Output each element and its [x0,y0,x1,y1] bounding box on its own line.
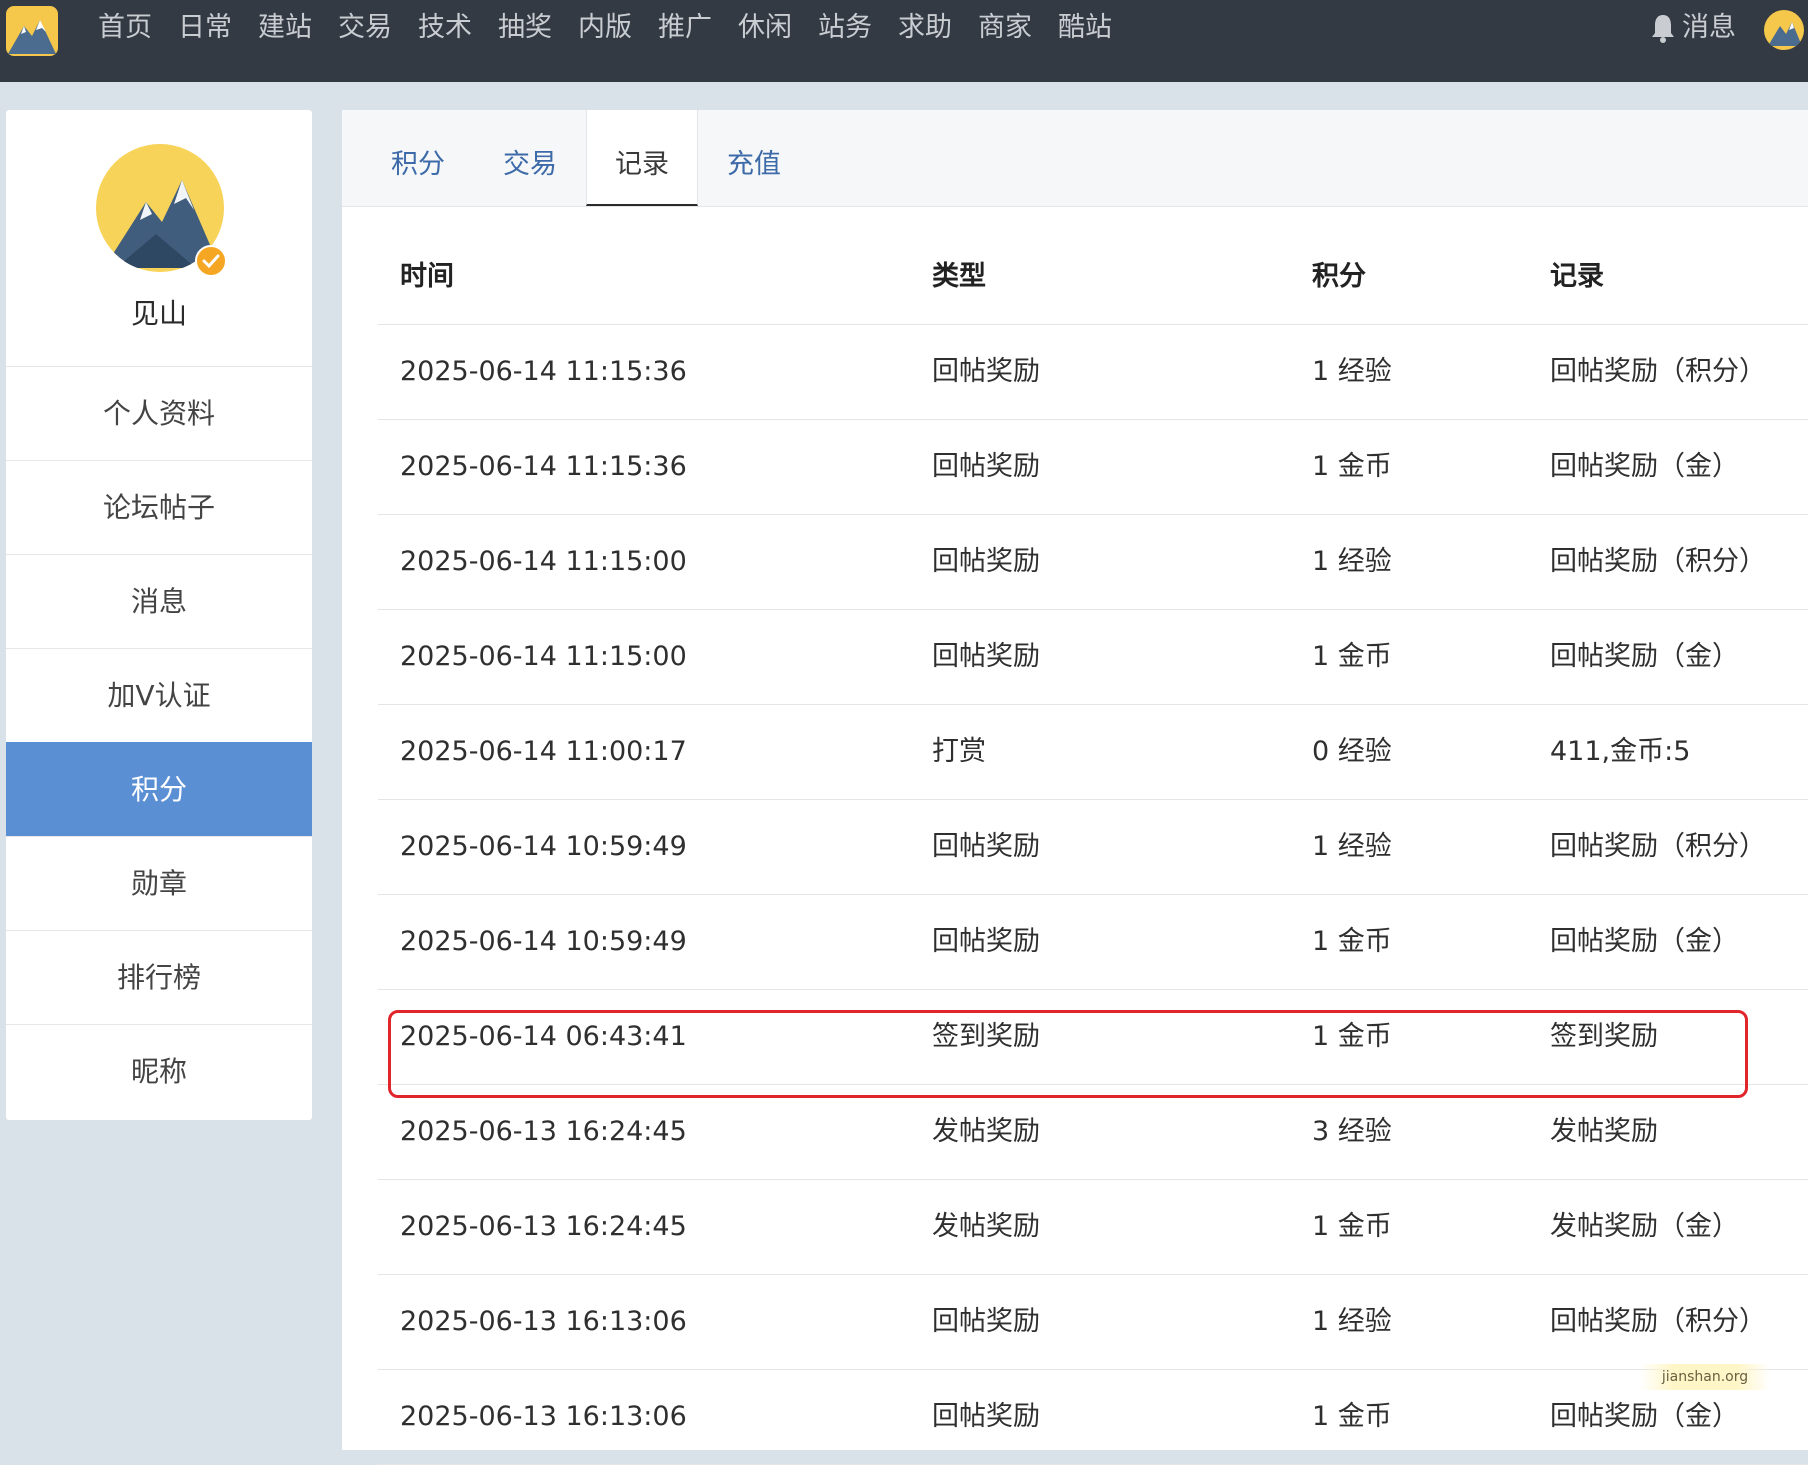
cell-time: 2025-06-13 16:13:06 [400,1306,687,1337]
tab-bar: 积分 交易 记录 充值 [342,110,1808,207]
sidebar-item[interactable]: 排行榜 [6,930,312,1024]
table-row: 2025-06-13 16:24:45 发帖奖励 3 经验 发帖奖励 [378,1085,1808,1180]
cell-record: 回帖奖励（积分） [1550,831,1766,862]
table-row: 2025-06-13 16:13:06 回帖奖励 1 经验 回帖奖励（积分） [378,1275,1808,1370]
cell-record: 411,金币:5 [1550,736,1691,767]
nav-link[interactable]: 建站 [258,8,312,48]
cell-points: 1 经验 [1312,356,1392,387]
header-type: 类型 [932,261,986,292]
cell-record: 回帖奖励（金） [1550,641,1739,672]
cell-points: 1 经验 [1312,1306,1392,1337]
cell-record: 发帖奖励 [1550,1116,1658,1147]
cell-type: 发帖奖励 [932,1116,1040,1147]
table-row: 2025-06-14 11:15:00 回帖奖励 1 经验 回帖奖励（积分） [378,515,1808,610]
cell-type: 回帖奖励 [932,831,1040,862]
tab[interactable]: 交易 [474,110,586,206]
nav-link[interactable]: 内版 [578,8,632,48]
table-row: 2025-06-13 16:13:06 回帖奖励 1 金币 回帖奖励（金） [378,1370,1808,1465]
cell-time: 2025-06-14 10:59:49 [400,926,687,957]
cell-time: 2025-06-13 16:24:45 [400,1211,687,1242]
bell-icon[interactable] [1650,12,1676,44]
records-table: 时间 类型 积分 记录 2025-06-14 11:15:36 回帖奖励 1 经验回… [378,230,1808,1465]
profile-sidebar: 见山 个人资料 论坛帖子 消息 加V认证 积分 勋章 排行榜 昵称 [6,110,312,1120]
cell-time: 2025-06-14 11:00:17 [400,736,687,767]
cell-points: 1 经验 [1312,546,1392,577]
header-time: 时间 [400,261,454,292]
username: 见山 [130,297,187,330]
messages-link[interactable]: 消息 [1682,8,1736,48]
cell-points: 0 经验 [1312,736,1392,767]
nav-link[interactable]: 休闲 [738,8,792,48]
cell-type: 签到奖励 [932,1021,1040,1052]
header-record: 记录 [1550,261,1604,292]
site-logo-icon[interactable] [6,6,58,56]
table-header: 时间 类型 积分 记录 [378,230,1808,325]
cell-time: 2025-06-14 11:15:36 [400,451,687,482]
table-row: 2025-06-14 11:15:00 回帖奖励 1 金币 回帖奖励（金） [378,610,1808,705]
nav-link[interactable]: 推广 [658,8,712,48]
cell-time: 2025-06-13 16:24:45 [400,1116,687,1147]
header-points: 积分 [1312,261,1366,292]
cell-type: 发帖奖励 [932,1211,1040,1242]
cell-record: 回帖奖励（积分） [1550,356,1766,387]
table-row: 2025-06-14 06:43:41 签到奖励 1 金币 签到奖励 [378,990,1808,1085]
tab[interactable]: 积分 [362,110,474,206]
cell-record: 回帖奖励（金） [1550,451,1739,482]
cell-type: 打赏 [932,736,986,767]
sidebar-item[interactable]: 论坛帖子 [6,460,312,554]
cell-points: 1 金币 [1312,451,1392,482]
table-row: 2025-06-14 10:59:49 回帖奖励 1 金币 回帖奖励（金） [378,895,1808,990]
cell-record: 回帖奖励（金） [1550,926,1739,957]
sidebar-item[interactable]: 昵称 [6,1024,312,1118]
cell-points: 1 金币 [1312,1021,1392,1052]
table-row: 2025-06-13 16:24:45 发帖奖励 1 金币 发帖奖励（金） [378,1180,1808,1275]
sidebar-item[interactable]: 消息 [6,554,312,648]
cell-record: 发帖奖励（金） [1550,1211,1739,1242]
table-row: 2025-06-14 11:15:36 回帖奖励 1 金币 回帖奖励（金） [378,420,1808,515]
cell-type: 回帖奖励 [932,546,1040,577]
verified-badge-icon [194,244,228,278]
cell-points: 3 经验 [1312,1116,1392,1147]
cell-type: 回帖奖励 [932,641,1040,672]
tab[interactable]: 充值 [698,110,810,206]
nav-link[interactable]: 交易 [338,8,392,48]
table-row: 2025-06-14 11:15:36 回帖奖励 1 经验 回帖奖励（积分） [378,325,1808,420]
cell-points: 1 金币 [1312,1211,1392,1242]
nav-link[interactable]: 酷站 [1058,8,1112,48]
nav-link[interactable]: 技术 [418,8,472,48]
table-row: 2025-06-14 10:59:49 回帖奖励 1 经验 回帖奖励（积分） [378,800,1808,895]
table-row: 2025-06-14 11:00:17 打赏 0 经验 411,金币:5 [378,705,1808,800]
sidebar-item[interactable]: 个人资料 [6,366,312,460]
cell-record: 回帖奖励（积分） [1550,1306,1766,1337]
cell-type: 回帖奖励 [932,356,1040,387]
main-panel: 积分 交易 记录 充值 时间 类型 积分 记录 2025-06-14 11:15:36… [342,110,1808,1465]
cell-time: 2025-06-14 11:15:00 [400,641,687,672]
nav-link[interactable]: 商家 [978,8,1032,48]
sidebar-item[interactable]: 积分 [6,742,312,836]
cell-points: 1 金币 [1312,926,1392,957]
nav-link[interactable]: 站务 [818,8,872,48]
cell-record: 签到奖励 [1550,1021,1658,1052]
nav-link[interactable]: 求助 [898,8,952,48]
cell-points: 1 经验 [1312,831,1392,862]
cell-time: 2025-06-14 06:43:41 [400,1021,687,1052]
nav-link[interactable]: 抽奖 [498,8,552,48]
user-avatar-icon[interactable] [1764,10,1804,50]
cell-points: 1 金币 [1312,641,1392,672]
cell-type: 回帖奖励 [932,1306,1040,1337]
watermark: jianshan.org [1640,1364,1770,1390]
tab[interactable]: 记录 [586,110,698,206]
top-navbar: 首页 日常 建站 交易 技术 抽奖 内版 推广 休闲 站务 求助 商家 酷站 消息 [0,0,1808,82]
side-menu: 个人资料 论坛帖子 消息 加V认证 积分 勋章 排行榜 昵称 [6,366,312,1118]
nav-link[interactable]: 首页 [98,8,152,48]
cell-time: 2025-06-14 11:15:36 [400,356,687,387]
cell-time: 2025-06-14 11:15:00 [400,546,687,577]
cell-type: 回帖奖励 [932,451,1040,482]
nav-link[interactable]: 日常 [178,8,232,48]
cell-record: 回帖奖励（积分） [1550,546,1766,577]
cell-type: 回帖奖励 [932,926,1040,957]
cell-time: 2025-06-14 10:59:49 [400,831,687,862]
sidebar-item[interactable]: 勋章 [6,836,312,930]
sidebar-item[interactable]: 加V认证 [6,648,312,742]
